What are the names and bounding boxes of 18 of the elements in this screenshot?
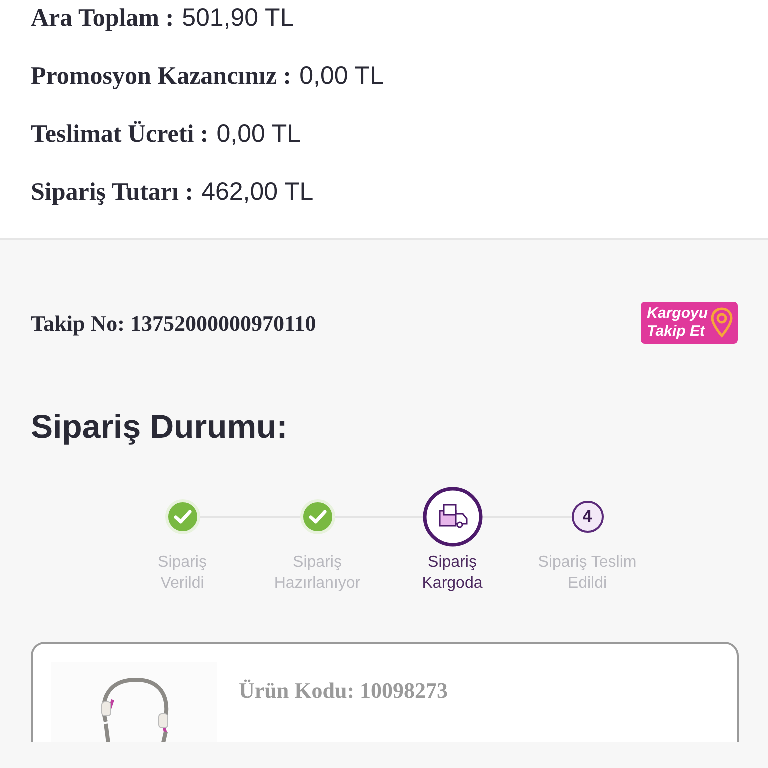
product-code: Ürün Kodu: 10098273 [239, 676, 448, 704]
summary-label: Teslimat Ücreti : [31, 120, 209, 150]
summary-value: 0,00 TL [300, 61, 384, 92]
location-pin-icon [710, 307, 734, 339]
summary-label: Ara Toplam : [31, 4, 174, 34]
summary-label: Promosyon Kazancınız : [31, 62, 292, 92]
step-label: Sipariş Teslim Edildi [538, 552, 637, 594]
summary-value: 462,00 TL [202, 177, 314, 208]
tracking-number: Takip No: 13752000000970110 [31, 310, 316, 338]
summary-value: 0,00 TL [216, 119, 302, 150]
step-number: 4 [572, 500, 604, 532]
track-shipment-button[interactable]: Kargoyu Takip Et [641, 302, 738, 344]
section-title: Sipariş Durumu: [31, 407, 289, 447]
step-label: Sipariş Kargoda [422, 552, 483, 594]
summary-value: 501,90 TL [182, 3, 294, 34]
summary-label: Sipariş Tutarı : [31, 178, 194, 208]
step-label: Sipariş Hazırlanıyor [274, 552, 361, 594]
step-label: Sipariş Verildi [158, 552, 207, 594]
